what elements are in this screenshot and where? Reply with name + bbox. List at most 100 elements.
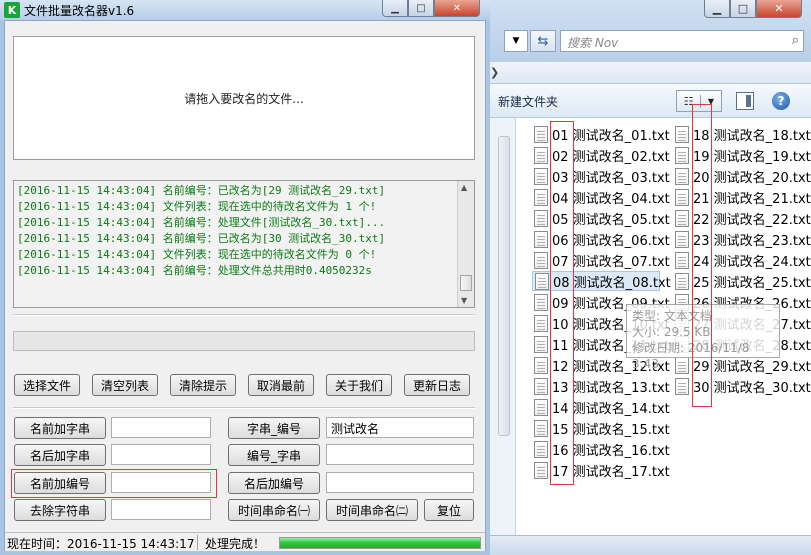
scroll-down-icon[interactable]: ▼ — [461, 296, 467, 305]
file-item[interactable]: 23 测试改名_23.txt — [673, 229, 811, 249]
scroll-up-icon[interactable]: ▲ — [461, 183, 467, 192]
select-files-button[interactable]: 选择文件 — [14, 374, 80, 396]
log-panel[interactable]: [2016-11-15 14:43:04] 名前编号：已改名为[29 测试改名_… — [13, 180, 475, 308]
suffix-number-input[interactable] — [326, 472, 474, 493]
text-file-icon — [534, 209, 548, 227]
file-drop-zone[interactable]: 请拖入要改名的文件... — [13, 36, 475, 160]
prefix-number-input[interactable] — [111, 472, 211, 493]
number-string-input[interactable] — [326, 444, 474, 465]
progress-area — [13, 331, 475, 351]
renamer-window: K 文件批量改名器v1.6 ▁ □ ✕ 请拖入要改名的文件... [2016-1… — [0, 0, 490, 555]
file-item[interactable]: 25 测试改名_25.txt — [673, 271, 811, 291]
suffix-string-button[interactable]: 名后加字串 — [14, 444, 106, 466]
chevron-down-icon: ▼ — [512, 36, 520, 46]
about-button[interactable]: 关于我们 — [326, 374, 392, 396]
prefix-string-input[interactable] — [111, 417, 211, 438]
navigation-scrollbar[interactable] — [498, 136, 510, 436]
file-item[interactable]: 04 测试改名_04.txt — [532, 187, 670, 207]
help-icon[interactable]: ? — [772, 92, 790, 110]
file-item[interactable]: 17 测试改名_17.txt — [532, 460, 670, 480]
tooltip-size: 大小: 29.5 KB — [632, 325, 711, 339]
undo-last-button[interactable]: 取消最前 — [248, 374, 314, 396]
file-item[interactable]: 16 测试改名_16.txt — [532, 439, 670, 459]
prefix-number-button[interactable]: 名前加编号 — [14, 472, 106, 494]
explorer-nav-bar: ❯ — [488, 62, 811, 84]
status-divider — [197, 535, 198, 550]
maximize-button[interactable]: □ — [408, 0, 434, 17]
file-item[interactable]: 19 测试改名_19.txt — [673, 145, 811, 165]
explorer-minimize-button[interactable]: ▁ — [704, 0, 730, 18]
reset-button[interactable]: 复位 — [424, 499, 474, 521]
text-file-icon — [534, 230, 548, 248]
rename-string-input[interactable]: 测试改名 — [326, 417, 474, 438]
file-item[interactable]: 18 测试改名_18.txt — [673, 124, 811, 144]
preview-pane-icon[interactable] — [736, 92, 754, 110]
number-string-button[interactable]: 编号_字串 — [228, 444, 320, 466]
app-logo-icon: K — [4, 2, 20, 18]
file-item[interactable]: 08 测试改名_08.txt — [532, 271, 671, 291]
suffix-number-button[interactable]: 名后加编号 — [228, 472, 320, 494]
file-item[interactable]: 01 测试改名_01.txt — [532, 124, 670, 144]
search-input[interactable]: 搜索 Nov ⌕ — [560, 30, 804, 52]
remove-string-input[interactable] — [111, 499, 211, 520]
text-file-icon — [675, 230, 689, 248]
file-item[interactable]: 20 测试改名_20.txt — [673, 166, 811, 186]
clear-list-button[interactable]: 清空列表 — [92, 374, 158, 396]
file-item[interactable]: 02 测试改名_02.txt — [532, 145, 670, 165]
file-item[interactable]: 22 测试改名_22.txt — [673, 208, 811, 228]
log-scroll-thumb[interactable] — [460, 275, 472, 291]
text-file-icon — [534, 188, 548, 206]
chevron-right-icon[interactable]: ❯ — [490, 66, 499, 79]
log-lines: [2016-11-15 14:43:04] 名前编号：已改名为[29 测试改名_… — [17, 183, 457, 279]
client-area: 请拖入要改名的文件... [2016-11-15 14:43:04] 名前编号：… — [4, 20, 486, 551]
divider — [13, 314, 475, 316]
file-name: 02 测试改名_02.txt — [552, 149, 670, 165]
file-name: 08 测试改名_08.txt — [553, 275, 671, 291]
tooltip-type: 类型: 文本文档 — [632, 309, 712, 323]
text-file-icon — [534, 461, 548, 479]
file-item[interactable]: 21 测试改名_21.txt — [673, 187, 811, 207]
changelog-button[interactable]: 更新日志 — [404, 374, 470, 396]
file-item[interactable]: 14 测试改名_14.txt — [532, 397, 670, 417]
explorer-maximize-button[interactable]: □ — [730, 0, 756, 18]
log-scrollbar[interactable]: ▲ ▼ — [457, 181, 474, 307]
file-name: 03 测试改名_03.txt — [552, 170, 670, 186]
search-placeholder: 搜索 Nov — [567, 36, 619, 50]
file-name: 14 测试改名_14.txt — [552, 401, 670, 417]
file-item[interactable]: 24 测试改名_24.txt — [673, 250, 811, 270]
text-file-icon — [675, 377, 689, 395]
file-item[interactable]: 07 测试改名_07.txt — [532, 250, 670, 270]
clear-tips-button[interactable]: 清除提示 — [170, 374, 236, 396]
file-item[interactable]: 03 测试改名_03.txt — [532, 166, 670, 186]
text-file-icon — [535, 272, 549, 290]
time-rename-1-button[interactable]: 时间串命名㈠ — [228, 499, 320, 521]
suffix-string-input[interactable] — [111, 444, 211, 465]
file-name: 19 测试改名_19.txt — [693, 149, 811, 165]
text-file-icon — [534, 167, 548, 185]
file-item[interactable]: 13 测试改名_13.txt — [532, 376, 670, 396]
explorer-close-button[interactable]: ✕ — [756, 0, 802, 18]
time-rename-2-button[interactable]: 时间串命名㈡ — [326, 499, 418, 521]
explorer-command-bar: 新建文件夹 ☷ ▼ ? — [488, 84, 811, 118]
text-file-icon — [534, 398, 548, 416]
log-line: [2016-11-15 14:43:04] 名前编号：处理文件总共用时0.405… — [17, 264, 372, 277]
text-file-icon — [534, 293, 548, 311]
remove-string-button[interactable]: 去除字符串 — [14, 499, 106, 521]
file-item[interactable]: 30 测试改名_30.txt — [673, 376, 811, 396]
file-name: 16 测试改名_16.txt — [552, 443, 670, 459]
log-line: [2016-11-15 14:43:04] 名前编号：已改名为[29 测试改名_… — [17, 184, 386, 197]
close-button[interactable]: ✕ — [434, 0, 480, 17]
file-name: 24 测试改名_24.txt — [693, 254, 811, 270]
chevron-down-icon: ▼ — [707, 96, 715, 106]
new-folder-button[interactable]: 新建文件夹 — [498, 93, 558, 110]
file-item[interactable]: 05 测试改名_05.txt — [532, 208, 670, 228]
view-icon: ☷ — [677, 94, 701, 108]
file-item[interactable]: 06 测试改名_06.txt — [532, 229, 670, 249]
prefix-string-button[interactable]: 名前加字串 — [14, 417, 106, 439]
refresh-button[interactable]: ⇆ — [530, 30, 556, 52]
address-dropdown[interactable]: ▼ — [504, 30, 528, 52]
minimize-button[interactable]: ▁ — [382, 0, 408, 17]
file-item[interactable]: 15 测试改名_15.txt — [532, 418, 670, 438]
view-options-button[interactable]: ☷ ▼ — [676, 90, 722, 112]
string-number-button[interactable]: 字串_编号 — [228, 417, 320, 439]
